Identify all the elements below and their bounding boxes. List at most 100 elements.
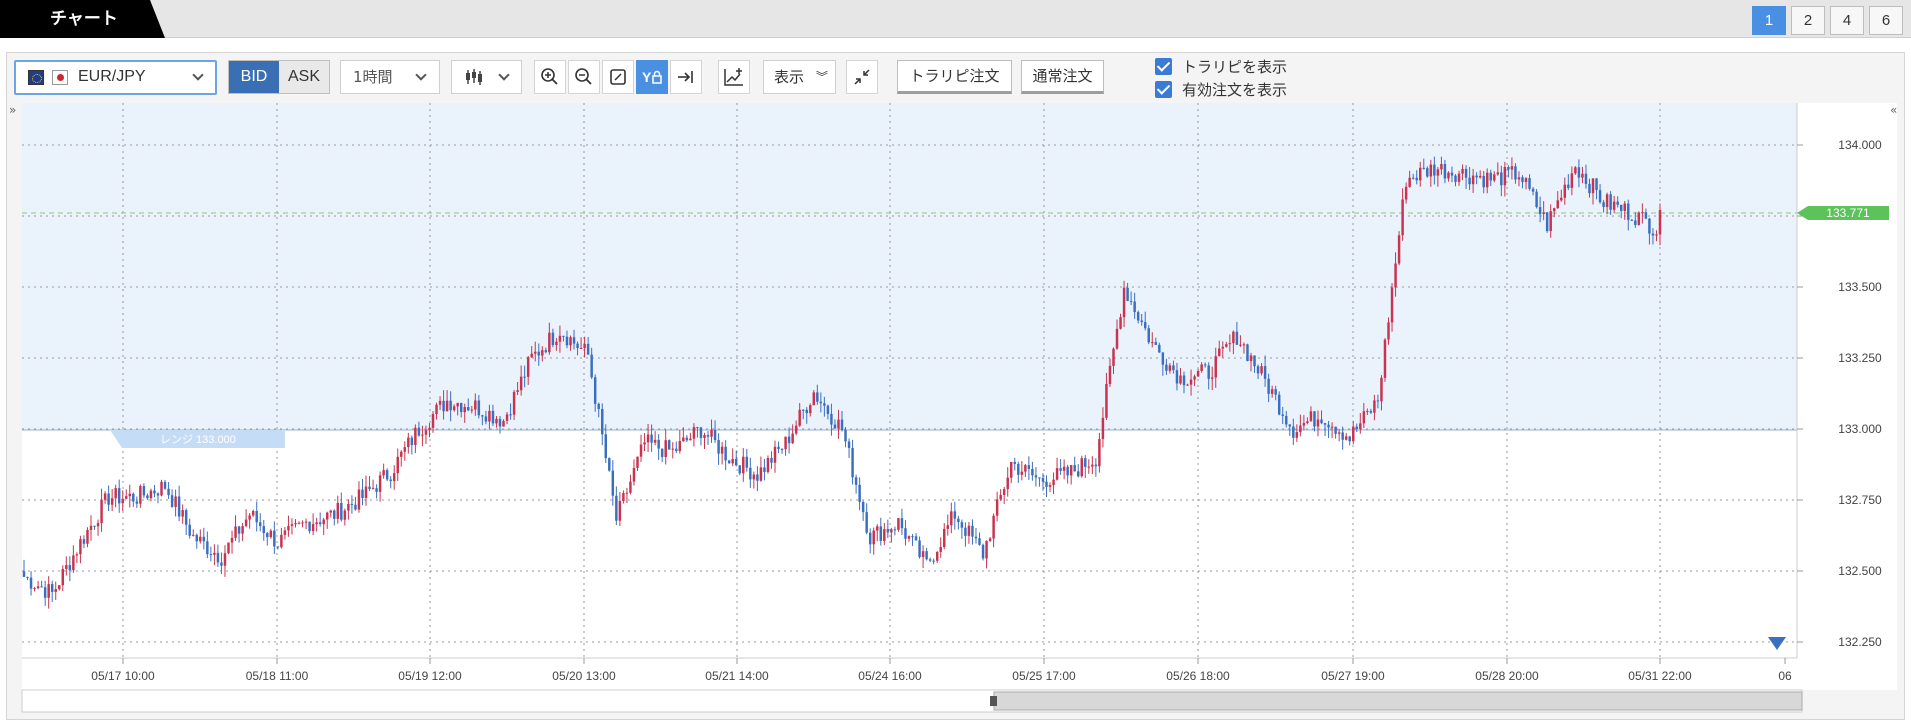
candle-body [1140,320,1143,323]
candle-body [608,458,611,471]
candle-body [82,539,86,544]
candle-body [763,467,766,472]
candle-body [357,489,361,510]
price-tick-label: 133.500 [1838,280,1882,294]
candle-body [1517,177,1521,180]
candle-body [325,512,329,520]
candle-body [805,409,808,414]
candle-body [840,419,844,430]
candle-body [851,448,854,478]
candle-body [396,456,399,474]
candle-body [512,391,516,415]
candle-body [1623,203,1626,211]
candle-body [667,440,671,450]
candle-body [149,490,153,499]
candle-body [1091,464,1094,467]
candle-body [1249,355,1253,362]
candle-body [1535,191,1538,208]
range-zone [22,103,1797,430]
candle-body [1500,172,1503,186]
candle-body [1214,356,1217,378]
candle-body [227,542,230,554]
price-chart[interactable]: レンジ 133.000 134.000133.750133.500133.250… [0,0,1911,725]
candle-body [1355,426,1359,430]
candle-body [904,528,907,539]
candle-body [1376,400,1380,402]
candle-body [442,400,445,412]
candle-body [1619,204,1623,211]
candle-body [1408,177,1411,187]
candle-body [184,510,188,525]
candle-body [1450,172,1454,176]
candle-body [632,467,636,482]
candle-body [1115,328,1119,349]
expand-right-icon[interactable]: « [1890,103,1897,117]
candle-body [1302,423,1306,426]
candle-body [1151,342,1154,344]
candle-body [502,420,505,427]
candle-body [643,442,646,445]
candle-body [273,530,276,547]
candle-body [181,510,184,517]
candle-body [322,519,325,525]
candle-body [1415,177,1418,181]
candle-body [315,522,318,525]
range-label-tag[interactable]: レンジ 133.000 [110,430,285,448]
candle-body [558,335,562,342]
candle-body [1605,194,1609,207]
candle-body [170,495,174,507]
candle-body [625,492,629,494]
candle-body [777,446,780,450]
candle-body [943,528,946,548]
candle-body [1637,212,1641,225]
candle-body [1584,173,1588,184]
candle-body [801,409,805,411]
candle-body [555,341,558,345]
candle-body [206,541,209,555]
candle-body [177,496,181,517]
expand-left-icon[interactable]: » [9,103,16,117]
price-tick-label: 132.500 [1838,564,1882,578]
candle-body [474,400,477,410]
candle-body [999,494,1002,500]
candle-body [883,529,886,541]
candle-body [611,470,615,496]
candle-body [826,405,830,414]
candle-body [1630,219,1634,221]
candle-body [463,407,466,413]
candle-body [1165,364,1168,371]
candle-body [72,555,75,571]
candle-body [985,540,988,559]
candle-body [343,510,347,520]
candle-body [551,332,555,345]
candle-body [586,343,590,355]
candle-body [1158,344,1161,353]
candle-body [452,406,456,411]
candle-body [308,521,311,532]
navigator-handle[interactable] [990,696,997,706]
candle-body [68,565,72,571]
candle-body [1225,344,1228,347]
price-tick-label: 132.750 [1838,493,1882,507]
candle-body [689,438,692,441]
candle-body [244,519,248,527]
candle-body [946,525,950,529]
candle-body [1059,468,1062,471]
candle-body [435,404,438,415]
candle-body [192,534,195,536]
navigator-window[interactable] [993,691,1803,711]
candle-body [213,552,216,555]
candle-body [65,565,68,569]
candle-body [1126,287,1129,301]
candle-body [364,486,368,499]
candle-body [311,524,315,532]
candle-body [1002,489,1006,495]
candle-body [583,343,586,348]
candle-body [1143,322,1147,329]
candle-body [809,405,812,414]
candle-body [847,441,851,449]
candle-body [1461,168,1464,174]
candle-body [1556,200,1559,209]
candle-body [114,488,117,499]
candle-body [1189,379,1193,385]
